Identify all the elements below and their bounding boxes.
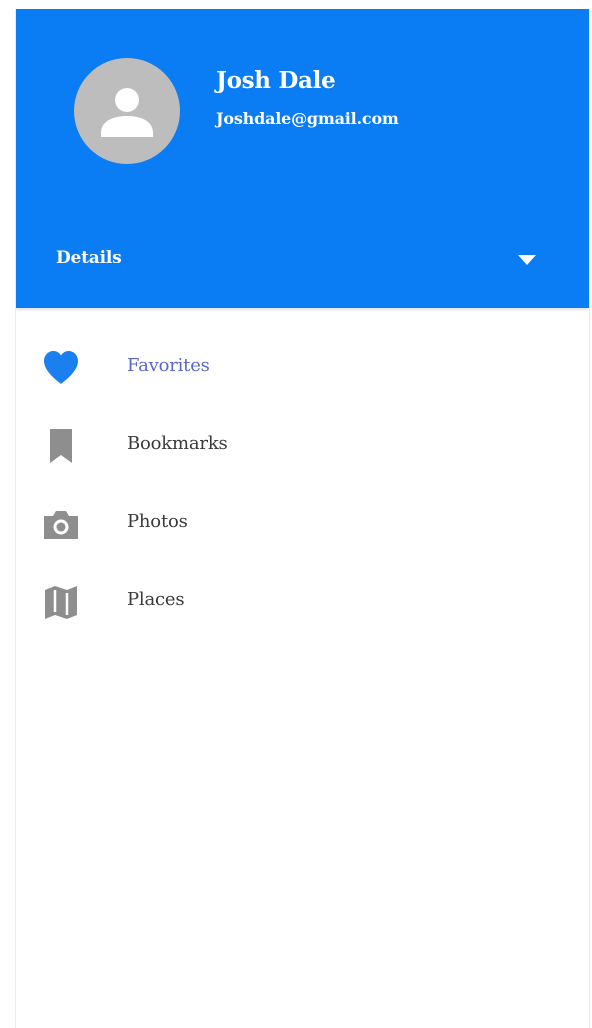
bookmark-icon	[41, 426, 81, 466]
menu-item-label: Bookmarks	[127, 433, 228, 454]
navigation-drawer: Josh Dale Joshdale@gmail.com Details Fav…	[15, 9, 590, 1028]
menu-item-label: Places	[127, 589, 185, 610]
menu-item-label: Photos	[127, 511, 188, 532]
avatar[interactable]	[74, 58, 180, 164]
drawer-menu: Favorites Bookmarks Photos Places	[16, 329, 589, 641]
details-label: Details	[56, 248, 122, 268]
menu-item-photos[interactable]: Photos	[16, 485, 589, 563]
heart-icon	[41, 348, 81, 388]
user-name: Josh Dale	[216, 67, 336, 94]
menu-item-bookmarks[interactable]: Bookmarks	[16, 407, 589, 485]
menu-item-places[interactable]: Places	[16, 563, 589, 641]
drawer-header: Josh Dale Joshdale@gmail.com Details	[16, 9, 589, 308]
person-icon	[101, 88, 153, 137]
map-icon	[41, 582, 81, 622]
camera-icon	[41, 504, 81, 544]
account-details-toggle[interactable]: Details	[16, 235, 589, 285]
caret-down-icon[interactable]	[516, 253, 538, 267]
user-email: Joshdale@gmail.com	[216, 109, 399, 128]
menu-item-label: Favorites	[127, 355, 210, 376]
menu-item-favorites[interactable]: Favorites	[16, 329, 589, 407]
